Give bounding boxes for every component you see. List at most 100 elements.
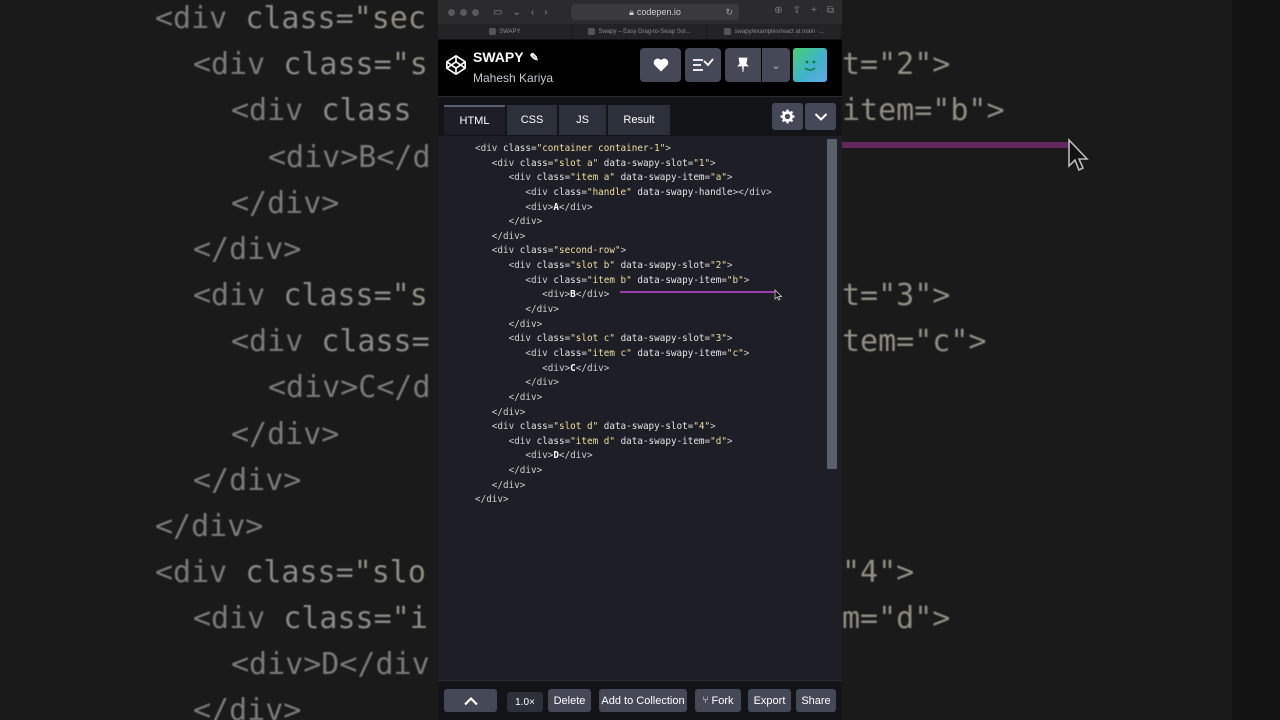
change-view-button[interactable] [685, 48, 721, 82]
background-code-fragment: tem="c"> [842, 324, 987, 359]
code-line[interactable]: <div class="slot c" data-swapy-slot="3"> [475, 332, 772, 347]
background-code-fragment: "4"> [842, 555, 915, 590]
download-icon[interactable]: ⊕ [774, 5, 782, 16]
expand-console-button[interactable] [444, 689, 497, 712]
mouse-cursor-icon [774, 289, 783, 301]
sidebar-icon[interactable]: ▭ [493, 7, 502, 18]
lock-icon: 🔒︎ [629, 6, 634, 17]
toolbar-right-icons: ⊕ ⇪ + ⧉ [774, 5, 834, 16]
code-line[interactable]: </div> [475, 391, 772, 406]
tab-css[interactable]: CSS [507, 105, 557, 135]
code-line[interactable]: <div class="item c" data-swapy-item="c"> [475, 347, 772, 362]
avatar-face-icon [804, 60, 816, 71]
browser-toolbar: ▭ ⌄ ‹ › 🔒︎ codepen.io ↻ ⊕ ⇪ + ⧉ [438, 0, 842, 24]
pin-icon [737, 57, 749, 73]
codepen-favicon-icon [489, 28, 497, 35]
code-line[interactable]: <div class="handle" data-swapy-handle></… [475, 186, 771, 201]
share-button[interactable]: Share [796, 689, 836, 712]
close-window-button[interactable] [448, 8, 455, 16]
code-line[interactable]: <div>C</div> [475, 362, 772, 377]
background-code-fragment: t="2"> [842, 47, 951, 82]
fork-label: Fork [711, 694, 734, 707]
address-bar-url: codepen.io [636, 7, 681, 17]
pen-author[interactable]: Mahesh Kariya [473, 71, 553, 85]
codepen-logo-icon[interactable] [445, 54, 467, 76]
heart-icon [653, 58, 668, 72]
window-controls [448, 8, 479, 16]
gear-icon [780, 109, 795, 124]
code-line[interactable]: </div> [475, 479, 772, 494]
code-line[interactable]: </div> [475, 376, 772, 391]
zoom-level-button[interactable]: 1.0× [507, 692, 543, 712]
footer-toolbar: 1.0× Delete Add to Collection ⑂ Fork Exp… [438, 680, 842, 720]
browser-tab-swapy[interactable]: SWAPY [438, 24, 573, 39]
chevron-down-icon: ⌄ [770, 58, 782, 72]
code-line[interactable]: <div>A</div> [475, 201, 772, 216]
code-line[interactable]: </div> [475, 318, 772, 333]
pin-dropdown-button[interactable]: ⌄ [762, 48, 790, 82]
export-button[interactable]: Export [748, 689, 791, 712]
code-line[interactable]: <div class="item a" data-swapy-item="a"> [475, 171, 772, 186]
pen-title: SWAPY ✎ [473, 49, 539, 65]
fork-icon: ⑂ [702, 695, 709, 706]
editor-tabs-bar: HTML CSS JS Result [438, 96, 842, 136]
code-line[interactable]: <div class="slot b" data-swapy-slot="2"> [475, 259, 772, 274]
background-code-fragment: m="d"> [842, 601, 951, 636]
fork-button[interactable]: ⑂ Fork [695, 689, 741, 712]
browser-tab-label: swapy/examples/react at main ·... [734, 28, 824, 35]
code-line[interactable]: <div class="container container-1"> [475, 142, 772, 157]
code-line[interactable]: </div> [475, 493, 772, 508]
tab-js[interactable]: JS [559, 105, 606, 135]
reload-icon[interactable]: ↻ [725, 7, 733, 18]
love-button[interactable] [640, 48, 681, 82]
code-line[interactable]: </div> [475, 215, 772, 230]
edit-pencil-icon[interactable]: ✎ [530, 51, 539, 64]
chevron-down-icon [814, 112, 827, 121]
forward-icon[interactable]: › [544, 7, 547, 18]
browser-tab-swapy-docs[interactable]: Swapy – Easy Drag-to-Swap Sol... [573, 24, 708, 39]
chevron-down-icon[interactable]: ⌄ [512, 7, 520, 18]
minimize-window-button[interactable] [460, 8, 467, 16]
delete-button[interactable]: Delete [548, 689, 591, 712]
background-code-fragment: item="b"> [842, 93, 1005, 128]
tab-result[interactable]: Result [608, 105, 670, 135]
share-icon[interactable]: ⇪ [793, 5, 801, 16]
code-line[interactable]: <div>D</div> [475, 449, 772, 464]
code-line[interactable]: </div> [475, 406, 772, 421]
html-code-editor[interactable]: <div class="container container-1"> <div… [438, 136, 842, 680]
code-line[interactable]: <div class="item b" data-swapy-item="b"> [475, 274, 772, 289]
editor-settings-button[interactable] [772, 103, 803, 130]
code-line[interactable]: </div> [475, 303, 772, 318]
background-code-fragment: t="3"> [842, 278, 951, 313]
code-line[interactable]: <div class="slot d" data-swapy-slot="4"> [475, 420, 772, 435]
code-line[interactable]: <div class="second-row"> [475, 244, 772, 259]
zoom-window-button[interactable] [472, 8, 479, 16]
code-line[interactable]: <div class="item d" data-swapy-item="d"> [475, 435, 772, 450]
editor-scrollbar[interactable] [827, 139, 837, 469]
editor-collapse-button[interactable] [805, 103, 836, 130]
pin-button[interactable] [725, 48, 761, 82]
tab-overview-icon[interactable]: ⧉ [827, 5, 834, 16]
code-line[interactable]: </div> [475, 230, 772, 245]
background-right-edge [1232, 0, 1280, 720]
browser-tab-strip: SWAPY Swapy – Easy Drag-to-Swap Sol... s… [438, 24, 842, 40]
browser-window: ▭ ⌄ ‹ › 🔒︎ codepen.io ↻ ⊕ ⇪ + ⧉ SWAPY Sw… [438, 0, 842, 720]
layout-list-icon [693, 58, 714, 71]
code-line[interactable]: </div> [475, 464, 772, 479]
drag-highlight-line [620, 291, 776, 293]
browser-tab-github[interactable]: swapy/examples/react at main ·... [707, 24, 842, 39]
user-avatar[interactable] [793, 48, 827, 82]
address-bar[interactable]: 🔒︎ codepen.io ↻ [571, 4, 739, 20]
code-line[interactable]: <div class="slot a" data-swapy-slot="1"> [475, 157, 772, 172]
add-to-collection-button[interactable]: Add to Collection [599, 689, 687, 712]
background-cursor-icon [1068, 138, 1089, 172]
back-icon[interactable]: ‹ [531, 7, 534, 18]
code-content[interactable]: <div class="container container-1"> <div… [475, 142, 772, 508]
github-favicon-icon [724, 28, 732, 35]
site-favicon-icon [588, 28, 596, 35]
codepen-header: SWAPY ✎ Mahesh Kariya ⌄ [438, 40, 842, 96]
browser-tab-label: SWAPY [499, 28, 521, 35]
new-tab-icon[interactable]: + [811, 5, 817, 16]
tab-html[interactable]: HTML [444, 105, 505, 135]
chevron-up-icon [463, 696, 478, 705]
